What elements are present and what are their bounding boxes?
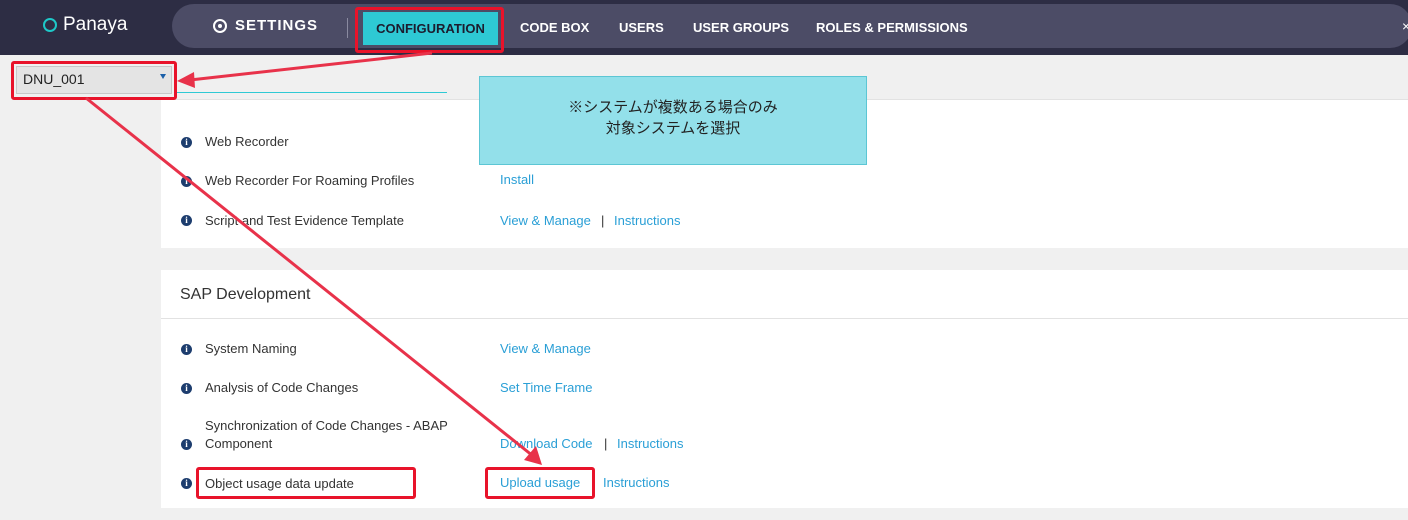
arrow-select-to-upload [85,96,534,458]
arrow-config-to-select [189,51,433,82]
annotation-arrows [85,51,542,465]
arrow-head [177,72,195,88]
arrow-head [524,446,542,465]
